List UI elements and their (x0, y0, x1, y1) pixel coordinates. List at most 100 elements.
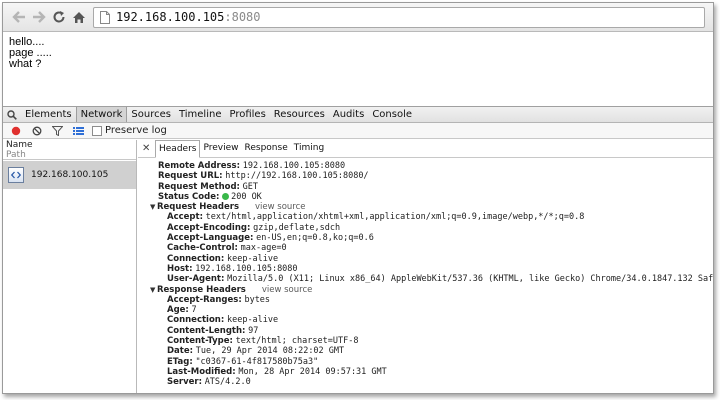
header-line: Date: Tue, 29 Apr 2014 08:22:02 GMT (167, 346, 713, 356)
tab-response[interactable]: Response (242, 140, 291, 157)
tab-timing[interactable]: Timing (291, 140, 327, 157)
header-key: User-Agent: (167, 274, 225, 285)
request-list: Name Path 192.168.100.105 (3, 140, 137, 393)
header-key: Connection: (167, 253, 225, 264)
home-button[interactable] (69, 8, 88, 27)
tab-sources[interactable]: Sources (127, 107, 175, 122)
header-value: bytes (244, 294, 271, 305)
network-panel: Name Path 192.168.100.105 ✕ Headers Prev… (3, 139, 713, 393)
header-line: Request Method: GET (158, 182, 713, 192)
header-key: Content-Length: (167, 325, 246, 336)
tab-audits[interactable]: Audits (329, 107, 368, 122)
header-key: Status Code: (158, 191, 220, 202)
request-details: ✕ Headers Preview Response Timing Remote… (138, 139, 713, 393)
request-headers-section[interactable]: ▼ Request Headers view source (150, 202, 713, 212)
header-line: Accept-Encoding: gzip,deflate,sdch (167, 223, 713, 233)
details-tab-bar: ✕ Headers Preview Response Timing (138, 139, 713, 158)
reload-button[interactable] (49, 8, 68, 27)
devtools-search-button[interactable] (3, 107, 21, 122)
header-value: 192.168.100.105:8080 (242, 161, 346, 171)
request-name: 192.168.100.105 (31, 170, 109, 180)
clear-button[interactable] (28, 124, 45, 138)
header-key: ETag: (167, 356, 193, 367)
header-key: Last-Modified: (167, 366, 236, 377)
header-line: Cache-Control: max-age=0 (167, 243, 713, 253)
status-line: Status Code: 200 OK (158, 192, 713, 202)
header-line: Server: ATS/4.2.0 (167, 377, 713, 387)
header-key: Accept: (167, 212, 203, 223)
list-view-icon (73, 126, 84, 135)
large-rows-button[interactable] (70, 124, 87, 138)
tab-profiles[interactable]: Profiles (225, 107, 269, 122)
header-line: Connection: keep-alive (167, 254, 713, 264)
page-line: what ? (9, 58, 42, 70)
view-source-link[interactable]: view source (255, 202, 306, 212)
header-key: Accept-Encoding: (167, 222, 251, 233)
search-icon (7, 109, 17, 120)
header-value: gzip,deflate,sdch (253, 222, 341, 233)
header-line: Last-Modified: Mon, 28 Apr 2014 09:57:31… (167, 367, 713, 377)
header-value: Tue, 29 Apr 2014 08:22:02 GMT (195, 346, 345, 357)
tab-resources[interactable]: Resources (270, 107, 329, 122)
record-button[interactable] (7, 124, 24, 138)
response-headers-section[interactable]: ▼ Response Headers view source (150, 285, 713, 295)
header-value: http://192.168.100.105:8080/ (225, 171, 369, 182)
status-value: 200 OK (231, 191, 262, 202)
preserve-log-label: Preserve log (105, 125, 167, 136)
network-toolbar: Preserve log (3, 123, 713, 139)
header-value: Mozilla/5.0 (X11; Linux x86_64) AppleWeb… (227, 274, 714, 285)
view-source-link[interactable]: view source (262, 285, 313, 295)
tab-preview[interactable]: Preview (200, 140, 241, 157)
header-line: User-Agent: Mozilla/5.0 (X11; Linux x86_… (167, 274, 713, 284)
header-key: Request Method: (158, 181, 240, 192)
header-key: Accept-Ranges: (167, 294, 242, 305)
page-line: hello.... (9, 36, 45, 48)
back-button[interactable] (9, 8, 28, 27)
url-host: 192.168.100.105 (116, 10, 225, 24)
page-line: page ..... (9, 47, 52, 59)
header-key: Date: (167, 346, 194, 357)
back-arrow-icon (11, 11, 25, 23)
header-value: 192.168.100.105:8080 (195, 263, 298, 274)
header-key: Connection: (167, 315, 225, 326)
page-icon (100, 10, 110, 24)
html-document-icon (8, 167, 24, 183)
request-row[interactable]: 192.168.100.105 (3, 161, 136, 189)
tab-console[interactable]: Console (368, 107, 416, 122)
forward-button[interactable] (29, 8, 48, 27)
column-subtitle: Path (6, 150, 26, 160)
filter-button[interactable] (49, 124, 66, 138)
header-value: keep-alive (226, 253, 279, 264)
header-line: Accept: text/html,application/xhtml+xml,… (167, 212, 713, 222)
section-title: Request Headers (157, 202, 240, 213)
browser-window: 192.168.100.105:8080 hello.... page ....… (2, 2, 714, 394)
filter-icon (52, 125, 63, 136)
close-icon[interactable]: ✕ (142, 143, 152, 154)
address-bar[interactable]: 192.168.100.105:8080 (93, 6, 705, 28)
name-column-header[interactable]: Name Path (3, 140, 136, 160)
browser-toolbar: 192.168.100.105:8080 (3, 3, 713, 32)
devtools-tab-bar: Elements Network Sources Timeline Profil… (3, 106, 713, 123)
header-value: en-US,en;q=0.8,ko;q=0.6 (256, 233, 374, 244)
response-headers-list: Accept-Ranges: bytes Age: 7 Connection: … (158, 295, 713, 388)
header-key: Request URL: (158, 171, 223, 182)
header-value: text/html,application/xhtml+xml,applicat… (205, 212, 585, 223)
status-ok-icon (222, 192, 230, 200)
header-key: Server: (167, 377, 202, 388)
tab-network[interactable]: Network (75, 107, 128, 122)
header-key: Remote Address: (158, 161, 241, 171)
home-icon (72, 11, 85, 23)
header-value: "c0367-61-4f817580b75a3" (195, 356, 319, 367)
header-line: Host: 192.168.100.105:8080 (167, 264, 713, 274)
header-key: Cache-Control: (167, 243, 238, 254)
section-title: Response Headers (157, 284, 246, 295)
header-line: ETag: "c0367-61-4f817580b75a3" (167, 357, 713, 367)
code-brackets-icon (11, 171, 21, 179)
header-key: Content-Type: (167, 336, 233, 347)
header-line: Accept-Language: en-US,en;q=0.8,ko;q=0.6 (167, 233, 713, 243)
preserve-log-checkbox[interactable] (92, 125, 102, 136)
tab-headers[interactable]: Headers (155, 139, 201, 158)
tab-timeline[interactable]: Timeline (175, 107, 226, 122)
header-value: Mon, 28 Apr 2014 09:57:31 GMT (238, 366, 387, 377)
tab-elements[interactable]: Elements (21, 107, 76, 122)
